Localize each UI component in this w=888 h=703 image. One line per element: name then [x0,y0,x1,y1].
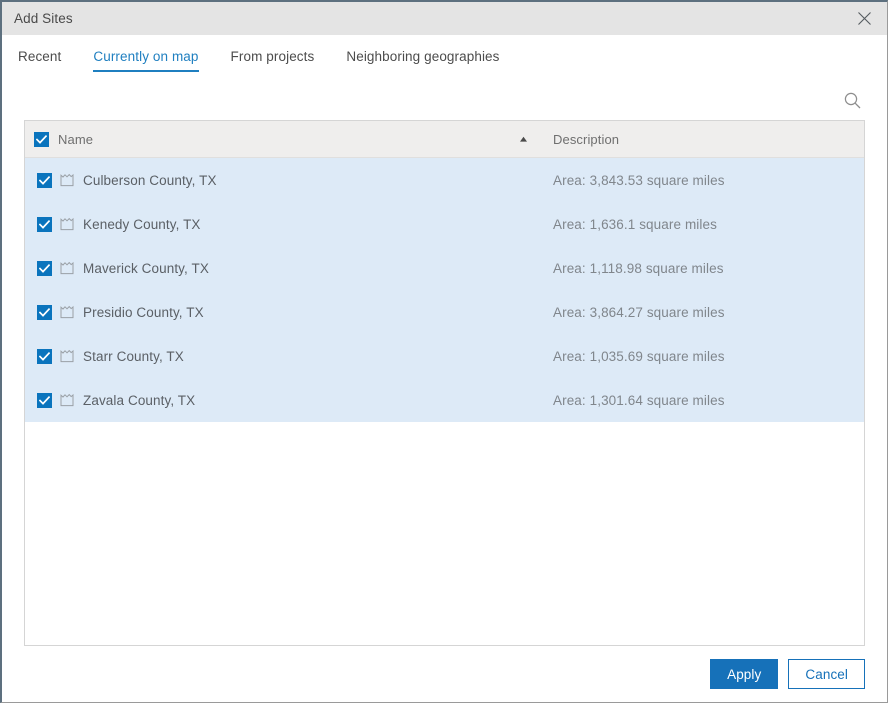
table-header-name-label: Name [58,131,94,147]
close-icon[interactable] [841,2,887,35]
search-icon[interactable] [839,87,865,113]
table-header-row: Name Description [25,121,864,158]
tab-from-projects[interactable]: From projects [231,49,315,72]
row-name-label: Culberson County, TX [83,172,217,188]
tab-neighboring-geographies-label: Neighboring geographies [346,49,500,64]
triangle-up-icon[interactable] [519,136,528,143]
table-header-description[interactable]: Description [533,132,619,147]
cancel-button[interactable]: Cancel [788,659,865,689]
table-row[interactable]: Culberson County, TX Area: 3,843.53 squar… [25,158,864,202]
tab-recent[interactable]: Recent [18,49,61,72]
sites-table: Name Description Culberson County, TX Are… [24,120,865,646]
row-description-label: Area: 1,035.69 square miles [553,348,725,364]
tab-bar: Recent Currently on map From projects Ne… [2,35,887,80]
dialog-titlebar: Add Sites [2,2,887,35]
polygon-feature-icon [60,217,74,231]
row-description-label: Area: 1,636.1 square miles [553,216,717,232]
polygon-feature-icon [60,305,74,319]
table-row[interactable]: Starr County, TX Area: 1,035.69 square mi… [25,334,864,378]
row-name-cell: Maverick County, TX [55,261,533,276]
row-checkbox[interactable] [37,348,52,364]
tab-currently-on-map-label: Currently on map [93,49,199,64]
row-name-cell: Kenedy County, TX [55,217,533,232]
table-header-description-label: Description [553,131,620,147]
row-name-label: Zavala County, TX [83,392,196,408]
table-header-name[interactable]: Name [25,131,533,147]
tab-currently-on-map[interactable]: Currently on map [93,49,199,72]
row-description-label: Area: 3,843.53 square miles [553,172,725,188]
row-checkbox-cell [25,260,55,276]
row-checkbox-cell [25,216,55,232]
row-name-label: Starr County, TX [83,348,184,364]
row-checkbox-cell [25,392,55,408]
row-name-cell: Zavala County, TX [55,393,533,408]
select-all-checkbox[interactable] [34,131,49,147]
row-checkbox[interactable] [37,216,52,232]
row-description-label: Area: 3,864.27 square miles [553,304,725,320]
dialog-title: Add Sites [14,11,73,26]
row-checkbox[interactable] [37,304,52,320]
table-row[interactable]: Zavala County, TX Area: 1,301.64 square m… [25,378,864,422]
row-checkbox-cell [25,348,55,364]
row-description-label: Area: 1,301.64 square miles [553,392,725,408]
row-name-cell: Presidio County, TX [55,305,533,320]
polygon-feature-icon [60,393,74,407]
row-name-cell: Starr County, TX [55,349,533,364]
tab-neighboring-geographies[interactable]: Neighboring geographies [346,49,499,72]
row-checkbox[interactable] [37,260,52,276]
table-body[interactable]: Culberson County, TX Area: 3,843.53 squar… [25,158,864,645]
row-checkbox-cell [25,172,55,188]
row-checkbox[interactable] [37,172,52,188]
tab-recent-label: Recent [18,49,62,64]
row-description-label: Area: 1,118.98 square miles [553,260,724,276]
row-checkbox-cell [25,304,55,320]
row-name-label: Presidio County, TX [83,304,204,320]
table-row[interactable]: Kenedy County, TX Area: 1,636.1 square mi… [25,202,864,246]
row-name-cell: Culberson County, TX [55,173,533,188]
apply-button[interactable]: Apply [710,659,779,689]
polygon-feature-icon [60,173,74,187]
dialog-footer: Apply Cancel [2,646,887,702]
tab-from-projects-label: From projects [230,49,315,64]
add-sites-dialog: Add Sites Recent Currently on map From p… [0,0,888,703]
table-row[interactable]: Presidio County, TX Area: 3,864.27 square… [25,290,864,334]
table-row[interactable]: Maverick County, TX Area: 1,118.98 square… [25,246,864,290]
row-name-label: Maverick County, TX [83,260,209,276]
row-checkbox[interactable] [37,392,52,408]
search-row [2,80,887,120]
polygon-feature-icon [60,349,74,363]
polygon-feature-icon [60,261,74,275]
row-name-label: Kenedy County, TX [83,216,201,232]
